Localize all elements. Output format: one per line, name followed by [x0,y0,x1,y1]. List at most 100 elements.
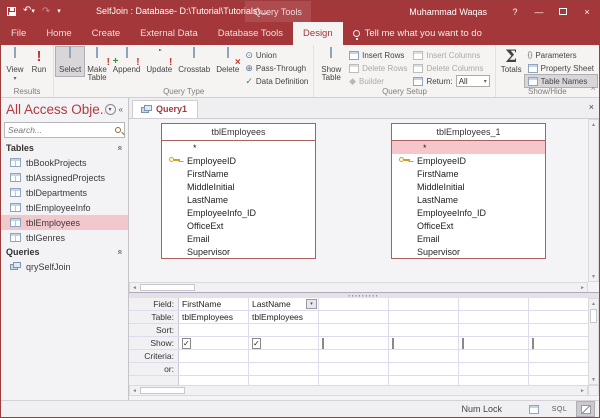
datasheet-view-button[interactable] [525,402,542,416]
scroll-up-icon[interactable]: ▲ [589,120,598,129]
field-row-star-selected[interactable]: * [392,141,545,154]
return-combobox[interactable]: All ▾ [456,75,490,87]
insert-rows-button[interactable]: Insert Rows [346,49,410,61]
query-design-top-pane[interactable]: tblEmployees * EmployeeID FirstName Midd… [129,119,588,282]
scroll-down-icon[interactable]: ▼ [589,375,598,384]
show-checkbox[interactable] [322,338,324,349]
grid-horizontal-scrollbar[interactable]: ◄ ► [129,385,588,396]
field-cell[interactable] [319,298,389,310]
field-row-star[interactable]: * [162,141,315,154]
undo-icon[interactable]: ↶▾ [23,6,35,17]
tab-create[interactable]: Create [82,22,131,45]
table-cell[interactable]: tblEmployees [249,311,319,323]
tab-database-tools[interactable]: Database Tools [208,22,293,45]
scroll-right-icon[interactable]: ► [578,283,587,292]
scroll-up-icon[interactable]: ▲ [589,299,598,308]
sql-view-button[interactable]: SQL [551,402,568,416]
nav-menu-icon[interactable]: ▾ [105,104,116,115]
nav-item-table[interactable]: tblDepartments [1,185,128,200]
design-view-button[interactable] [577,402,594,416]
show-checkbox[interactable] [532,338,534,349]
return-dropdown-icon[interactable]: ▾ [484,78,487,85]
field-list-title[interactable]: tblEmployees_1 [392,124,545,141]
tab-file[interactable]: File [1,22,36,45]
or-cell[interactable] [389,363,459,375]
field-row[interactable]: LastName [392,193,545,206]
scrollbar-thumb[interactable] [140,284,195,291]
criteria-cell[interactable] [389,350,459,362]
field-row[interactable]: MiddleInitial [162,180,315,193]
field-cell[interactable]: FirstName [179,298,249,310]
scrollbar-thumb[interactable] [590,309,597,323]
save-icon[interactable] [7,7,16,16]
account-name[interactable]: Muhammad Waqas [409,7,487,17]
show-cell[interactable] [459,337,529,349]
collapse-section-icon[interactable]: « [115,145,125,150]
field-row[interactable]: FirstName [392,167,545,180]
field-row[interactable]: OfficeExt [392,219,545,232]
tab-design[interactable]: Design [293,22,343,45]
or-cell[interactable] [249,363,319,375]
field-row[interactable]: LastName [162,193,315,206]
nav-item-table[interactable]: tblEmployeeInfo [1,200,128,215]
sort-cell[interactable] [389,324,459,336]
append-button[interactable]: +! Append [110,47,144,76]
show-cell[interactable] [319,337,389,349]
nav-item-query[interactable]: qrySelfJoin [1,259,128,274]
pass-through-button[interactable]: ⊕Pass-Through [242,62,311,74]
scroll-right-icon[interactable]: ► [578,386,587,395]
search-input[interactable] [8,125,115,135]
show-checkbox-checked[interactable]: ✓ [252,338,261,349]
tab-external-data[interactable]: External Data [130,22,208,45]
sort-cell[interactable] [319,324,389,336]
grid-vertical-scrollbar[interactable]: ▲ ▼ [588,298,599,385]
field-row[interactable]: EmployeeID [162,154,315,167]
field-row[interactable]: Email [162,232,315,245]
nav-item-table[interactable]: tbBookProjects [1,155,128,170]
view-button[interactable]: View ▾ [3,47,27,85]
customize-qat-icon[interactable]: ▾ [57,7,61,17]
criteria-cell[interactable] [179,350,249,362]
nav-item-table[interactable]: tblAssignedProjects [1,170,128,185]
close-button[interactable]: × [575,1,599,22]
field-cell[interactable] [529,298,587,310]
scrollbar-thumb[interactable] [140,387,185,394]
or-cell[interactable] [319,363,389,375]
show-checkbox[interactable] [392,338,394,349]
or-cell[interactable] [179,363,249,375]
delete-query-button[interactable]: × Delete [213,47,242,76]
field-row[interactable]: EmployeeInfo_ID [162,206,315,219]
collapse-ribbon-icon[interactable]: ^ [591,86,595,95]
field-cell-active[interactable]: LastName▾ [249,298,319,310]
tab-home[interactable]: Home [36,22,81,45]
field-cell[interactable] [459,298,529,310]
field-row[interactable]: EmployeeID [392,154,545,167]
query-design-grid[interactable]: Field: FirstName LastName▾ Table: tblEmp… [129,298,588,385]
document-tab-query1[interactable]: Query1 [132,100,198,118]
update-button[interactable]: ! Update [143,47,175,76]
sort-cell[interactable] [529,324,587,336]
nav-item-table-selected[interactable]: tblEmployees [1,215,128,230]
totals-button[interactable]: Σ Totals [498,47,525,76]
or-cell[interactable] [529,363,587,375]
field-list-tblEmployees[interactable]: tblEmployees * EmployeeID FirstName Midd… [161,123,316,259]
table-cell[interactable] [529,311,587,323]
field-row[interactable]: FirstName [162,167,315,180]
show-cell[interactable]: ✓ [179,337,249,349]
table-cell[interactable]: tblEmployees [179,311,249,323]
minimize-button[interactable]: — [527,1,551,22]
field-cell[interactable] [389,298,459,310]
collapse-section-icon[interactable]: « [115,249,125,254]
shutter-bar-close-icon[interactable]: « [119,105,123,114]
field-row[interactable]: EmployeeInfo_ID [392,206,545,219]
scroll-left-icon[interactable]: ◄ [130,283,139,292]
tell-me-box[interactable]: Tell me what you want to do [343,22,492,45]
maximize-button[interactable] [551,1,575,22]
data-definition-button[interactable]: ✓Data Definition [242,75,311,87]
help-button[interactable]: ? [503,1,527,22]
close-document-icon[interactable]: × [589,102,594,112]
field-row[interactable]: Supervisor [392,245,545,258]
field-row[interactable]: OfficeExt [162,219,315,232]
parameters-button[interactable]: {}Parameters [525,49,597,61]
show-checkbox-checked[interactable]: ✓ [182,338,191,349]
